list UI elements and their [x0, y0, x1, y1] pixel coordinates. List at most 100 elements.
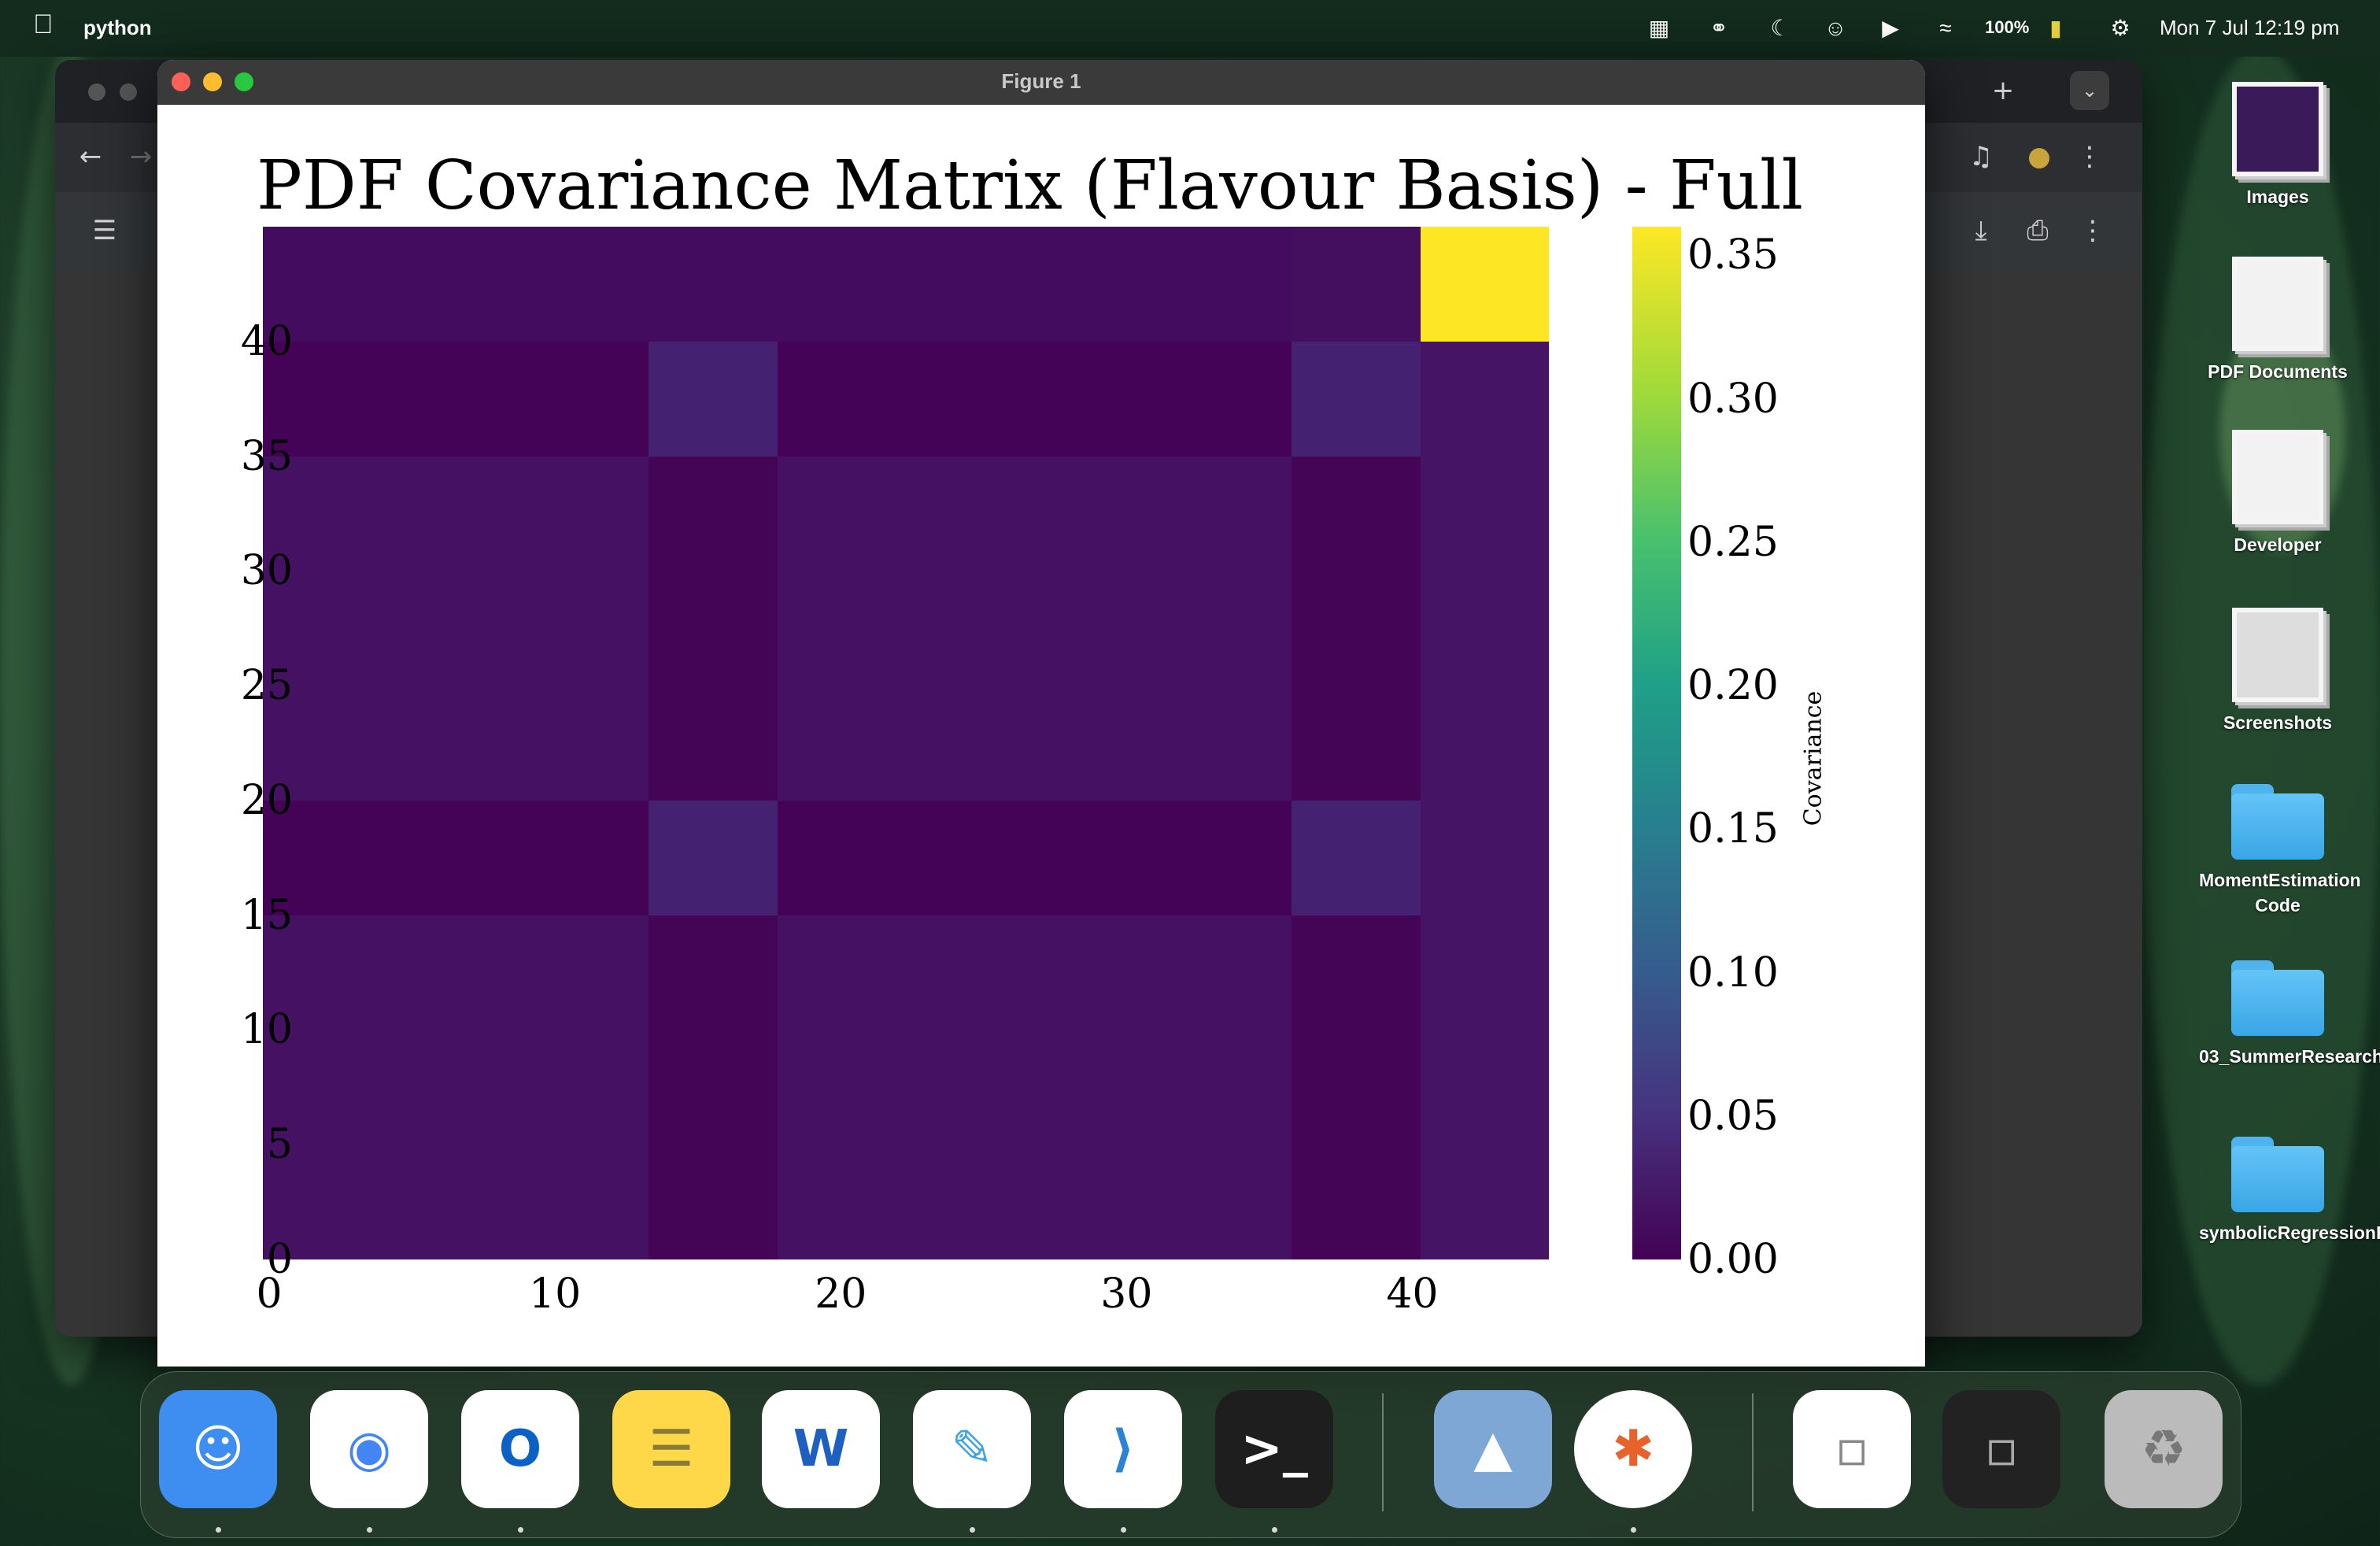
dock-finder-icon[interactable]: ☺: [159, 1390, 277, 1508]
desktop-item[interactable]: Images: [2199, 82, 2356, 209]
dock-word-icon[interactable]: W: [762, 1390, 880, 1508]
heatmap-cell: [649, 456, 778, 571]
heatmap-cell: [1292, 915, 1421, 1030]
heatmap-cell: [519, 915, 649, 1030]
new-tab-plus-icon[interactable]: +: [1983, 71, 2023, 110]
desktop-item-label: 03_SummerResearch: [2199, 1046, 2380, 1067]
dock-freeform-icon[interactable]: ✎: [913, 1390, 1031, 1508]
control-center-icon[interactable]: ⚙: [2108, 16, 2133, 41]
heatmap-cell: [777, 915, 906, 1030]
window-close-inactive[interactable]: [88, 83, 105, 101]
dock-notes-icon[interactable]: ☰: [612, 1390, 730, 1508]
dock-terminal-icon[interactable]: >_: [1215, 1390, 1333, 1508]
y-tick-label: 0: [266, 1236, 293, 1283]
folder-icon: [2231, 960, 2324, 1036]
forward-arrow-icon[interactable]: →: [121, 137, 161, 176]
screen-mirror-icon[interactable]: ▦: [1646, 16, 1672, 41]
print-icon[interactable]: ⎙: [2018, 211, 2057, 250]
heatmap-cell: [1420, 1145, 1549, 1259]
heatmap-cell: [519, 456, 649, 571]
heatmap-cell: [905, 1145, 1035, 1259]
desktop-item[interactable]: MomentEstimation Code: [2199, 784, 2361, 918]
heatmap-cell: [519, 1030, 649, 1145]
dock-outlook-icon[interactable]: O: [461, 1390, 579, 1508]
heatmap-cell: [1420, 227, 1549, 342]
back-arrow-icon[interactable]: ←: [71, 137, 110, 176]
headphones-icon[interactable]: ⚭: [1706, 16, 1731, 41]
heatmap-cell: [777, 800, 906, 915]
heatmap-cell: [649, 1145, 778, 1259]
pdf-more-kebab-icon[interactable]: ⋮: [2073, 211, 2112, 250]
y-tick-label: 5: [266, 1121, 293, 1169]
heatmap-cell: [1162, 686, 1292, 801]
battery-icon[interactable]: ▮: [2043, 16, 2068, 41]
heatmap-cell: [391, 341, 520, 457]
colorbar-tick-label: 0.25: [1687, 518, 1779, 566]
dock-preview-icon[interactable]: ▲: [1434, 1390, 1552, 1508]
heatmap-cell: [777, 227, 906, 342]
figure-titlebar[interactable]: Figure 1: [157, 60, 1925, 105]
heatmap-cell: [1034, 341, 1163, 457]
dock-chrome-icon[interactable]: ◉: [310, 1390, 428, 1508]
dock: [140, 1371, 2241, 1538]
desktop-item[interactable]: PDF Documents: [2199, 257, 2356, 384]
heatmap-cell: [777, 341, 906, 457]
heatmap-cell: [1034, 571, 1163, 686]
play-icon[interactable]: ▶: [1878, 16, 1903, 41]
dock-chrome-window-1-icon[interactable]: ▫: [1793, 1390, 1911, 1508]
battery-percent[interactable]: 100%: [1985, 17, 2029, 38]
heatmap-cell: [391, 686, 520, 801]
colorbar-tick-label: 0.10: [1687, 949, 1779, 997]
dock-vscode-icon[interactable]: ⟩: [1064, 1390, 1182, 1508]
apple-menu-icon[interactable]: : [33, 11, 54, 38]
desktop-item-label: MomentEstimation Code: [2199, 870, 2361, 915]
python-doc-icon: [2232, 430, 2323, 524]
heatmap-grid: [263, 227, 1549, 1259]
desktop-item[interactable]: Developer: [2199, 430, 2356, 557]
active-app-name[interactable]: python: [83, 16, 152, 40]
media-control-icon[interactable]: ♫: [1961, 137, 2001, 176]
colorbar-tick-label: 0.15: [1687, 805, 1779, 853]
heatmap-cell: [1162, 915, 1292, 1030]
chrome-menu-kebab-icon[interactable]: ⋮: [2070, 137, 2109, 176]
heatmap-cell: [1034, 1030, 1163, 1145]
dock-trash-icon[interactable]: ♻: [2105, 1390, 2223, 1508]
dock-chrome-window-2-icon[interactable]: ▫: [1942, 1390, 2060, 1508]
heatmap-cell: [905, 915, 1035, 1030]
desktop-item[interactable]: Screenshots: [2199, 608, 2356, 735]
heatmap-cell: [649, 571, 778, 686]
plot-title: PDF Covariance Matrix (Flavour Basis) - …: [257, 146, 1804, 225]
heatmap-cell: [391, 915, 520, 1030]
heatmap-cell: [905, 227, 1035, 342]
hamburger-menu-icon[interactable]: ☰: [85, 211, 124, 250]
heatmap-cell: [1034, 456, 1163, 571]
user-icon[interactable]: ☺: [1823, 16, 1848, 41]
tab-search-chevron-icon[interactable]: ⌄: [2070, 71, 2109, 110]
heatmap-cell: [649, 800, 778, 915]
figure-window-title: Figure 1: [1001, 69, 1081, 93]
desktop-item[interactable]: 03_SummerResearch: [2199, 960, 2380, 1069]
window-minimize-inactive[interactable]: [120, 83, 137, 101]
folder-icon: [2231, 784, 2324, 860]
heatmap-cell: [777, 1030, 906, 1145]
heatmap-cell: [905, 456, 1035, 571]
y-tick-label: 40: [240, 317, 293, 365]
moon-icon[interactable]: ☾: [1768, 16, 1793, 41]
heatmap-cell: [1420, 456, 1549, 571]
dock-running-indicator: [970, 1527, 975, 1533]
profile-avatar-icon[interactable]: ●: [2020, 137, 2059, 176]
colorbar-label: Covariance: [1799, 690, 1828, 827]
heatmap-cell: [391, 456, 520, 571]
desktop-item[interactable]: symbolicRegressionPlayAround: [2199, 1137, 2380, 1245]
wifi-icon[interactable]: ≈: [1933, 16, 1958, 41]
download-icon[interactable]: ⤓: [1961, 211, 2001, 250]
heatmap-cell: [391, 800, 520, 915]
dock-python-launcher-icon[interactable]: ✱: [1574, 1390, 1692, 1508]
heatmap-cell: [905, 686, 1035, 801]
desktop-item-label: symbolicRegressionPlayAround: [2199, 1222, 2380, 1243]
menu-clock[interactable]: Mon 7 Jul 12:19 pm: [2160, 16, 2339, 40]
y-tick-label: 15: [240, 891, 293, 939]
heatmap-cell: [1162, 800, 1292, 915]
heatmap-cell: [649, 915, 778, 1030]
menu-bar:  python ▦ ⚭ ☾ ☺ ▶ ≈ 100% ▮ ⚙ Mon 7 Jul …: [0, 0, 2380, 57]
